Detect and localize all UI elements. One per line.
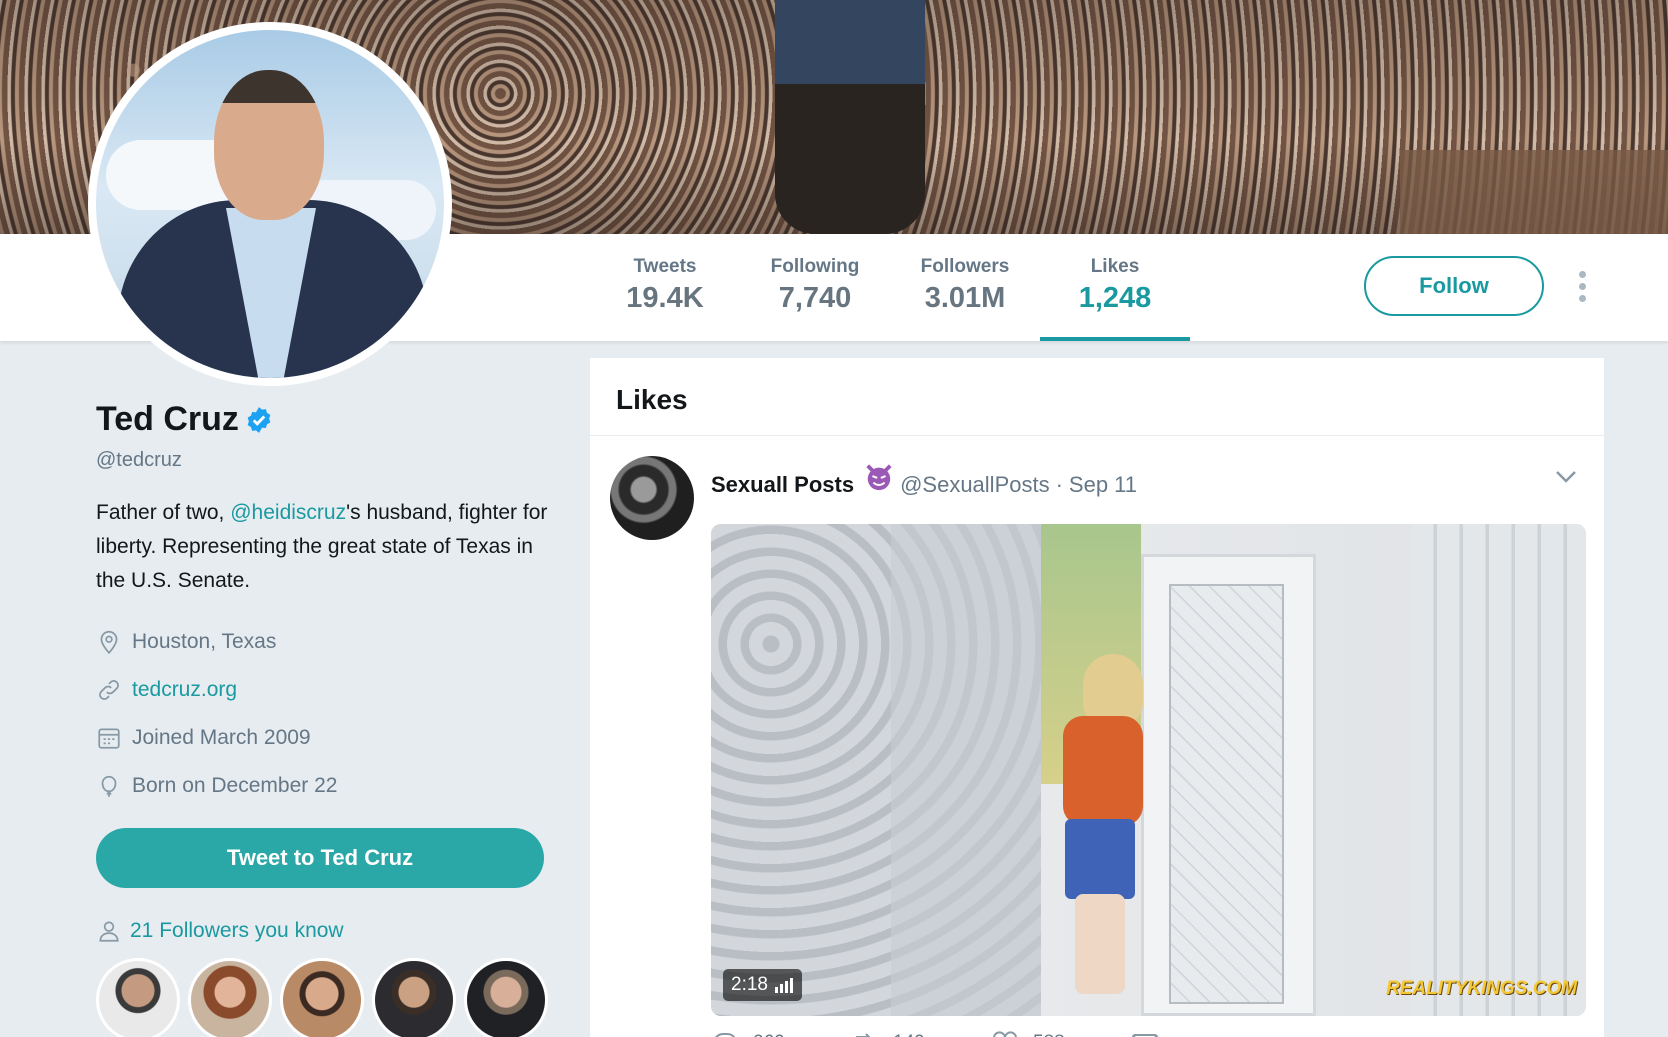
tweet-separator: · xyxy=(1055,472,1063,497)
link-icon xyxy=(99,680,119,700)
location-text: Houston, Texas xyxy=(132,630,277,653)
heart-icon xyxy=(993,1031,1017,1037)
joined-text: Joined March 2009 xyxy=(132,726,311,749)
person-icon xyxy=(99,921,119,942)
stat-value: 19.4K xyxy=(626,282,704,314)
banner-speaker-figure xyxy=(775,0,925,234)
verified-badge-icon xyxy=(247,406,271,433)
follower-avatar[interactable] xyxy=(280,958,364,1037)
stat-label: Followers xyxy=(920,256,1010,277)
tweet-author-avatar[interactable] xyxy=(610,456,694,540)
website-link[interactable]: tedcruz.org xyxy=(132,678,237,702)
followers-you-know-label: 21 Followers you know xyxy=(130,919,344,942)
follower-avatar[interactable] xyxy=(188,958,272,1037)
tweet-to-button[interactable]: Tweet to Ted Cruz xyxy=(96,828,544,888)
video-frame-wall xyxy=(891,524,1041,1016)
video-frame-curtain xyxy=(1411,524,1586,1016)
profile-website: tedcruz.org xyxy=(96,666,556,714)
video-duration-badge: 2:18 xyxy=(723,969,802,1001)
banner-aisle xyxy=(1400,150,1668,234)
bio-mention-link[interactable]: @heidiscruz xyxy=(230,501,346,524)
follower-avatar[interactable] xyxy=(96,958,180,1037)
like-action[interactable]: 588 xyxy=(991,1031,1091,1037)
timeline-title: Likes xyxy=(590,358,1604,436)
tweet-item[interactable]: Sexuall Posts @SexuallPosts · Sep 11 2:1… xyxy=(590,436,1604,1037)
video-frame-glass xyxy=(1169,584,1284,1004)
reply-action[interactable]: 260 xyxy=(711,1031,811,1037)
signal-bars-icon xyxy=(774,978,793,993)
stat-tweets[interactable]: Tweets 19.4K xyxy=(590,234,740,341)
stat-value: 3.01M xyxy=(924,282,1006,314)
reply-count: 260 xyxy=(753,1032,785,1037)
profile-joined: Joined March 2009 xyxy=(96,714,556,762)
profile-name[interactable]: Ted Cruz xyxy=(96,400,239,439)
stat-label: Likes xyxy=(1090,256,1140,277)
tweet-header: Sexuall Posts @SexuallPosts · Sep 11 xyxy=(711,462,1137,498)
tweet-author-name[interactable]: Sexuall Posts xyxy=(711,472,854,498)
retweet-icon xyxy=(856,1033,874,1037)
tweet-actions: 260 149 588 xyxy=(711,1031,1231,1037)
stat-label: Following xyxy=(770,256,860,277)
avatar-head xyxy=(214,70,324,220)
envelope-icon xyxy=(1132,1034,1158,1037)
location-pin-icon xyxy=(100,630,118,655)
reply-icon xyxy=(715,1033,736,1037)
profile-stats: Tweets 19.4K Following 7,740 Followers 3… xyxy=(590,234,1190,341)
retweet-action[interactable]: 149 xyxy=(851,1031,951,1037)
tweet-date[interactable]: Sep 11 xyxy=(1069,472,1137,498)
calendar-icon xyxy=(98,728,120,749)
follow-button[interactable]: Follow xyxy=(1364,256,1544,316)
profile-birthday: Born on December 22 xyxy=(96,762,556,810)
chevron-down-icon[interactable] xyxy=(1555,470,1577,484)
video-duration: 2:18 xyxy=(731,974,768,995)
stat-following[interactable]: Following 7,740 xyxy=(740,234,890,341)
direct-message-action[interactable] xyxy=(1131,1031,1231,1037)
video-watermark: REALITYKINGS.COM xyxy=(1386,978,1578,999)
stat-value: 1,248 xyxy=(1078,282,1152,314)
stat-likes[interactable]: Likes 1,248 xyxy=(1040,234,1190,341)
stat-value: 7,740 xyxy=(778,282,852,314)
profile-avatar[interactable] xyxy=(88,22,452,386)
stat-label: Tweets xyxy=(633,256,697,277)
profile-handle[interactable]: @tedcruz xyxy=(96,449,556,472)
profile-location: Houston, Texas xyxy=(96,618,556,666)
followers-you-know[interactable]: 21 Followers you know xyxy=(96,918,556,944)
bio-text: Father of two, xyxy=(96,501,231,524)
like-count: 588 xyxy=(1033,1032,1065,1037)
likes-timeline: Likes Sexuall Posts @SexuallPosts · Sep … xyxy=(590,358,1604,1037)
follower-avatar[interactable] xyxy=(464,958,548,1037)
profile-bio: Father of two, @heidiscruz's husband, fi… xyxy=(96,496,556,598)
follower-avatar[interactable] xyxy=(372,958,456,1037)
tweet-author-handle[interactable]: @SexuallPosts xyxy=(900,472,1050,498)
video-frame-figure xyxy=(1053,654,1153,994)
more-options-icon[interactable] xyxy=(1570,264,1594,308)
balloon-icon xyxy=(101,775,117,797)
tweet-video[interactable]: 2:18 REALITYKINGS.COM xyxy=(711,524,1586,1016)
devil-emoji-icon xyxy=(866,464,892,491)
stat-followers[interactable]: Followers 3.01M xyxy=(890,234,1040,341)
profile-card: Ted Cruz @tedcruz Father of two, @heidis… xyxy=(96,400,556,1037)
followers-avatars xyxy=(96,958,556,1037)
retweet-count: 149 xyxy=(893,1032,925,1037)
birthday-text: Born on December 22 xyxy=(132,774,338,797)
